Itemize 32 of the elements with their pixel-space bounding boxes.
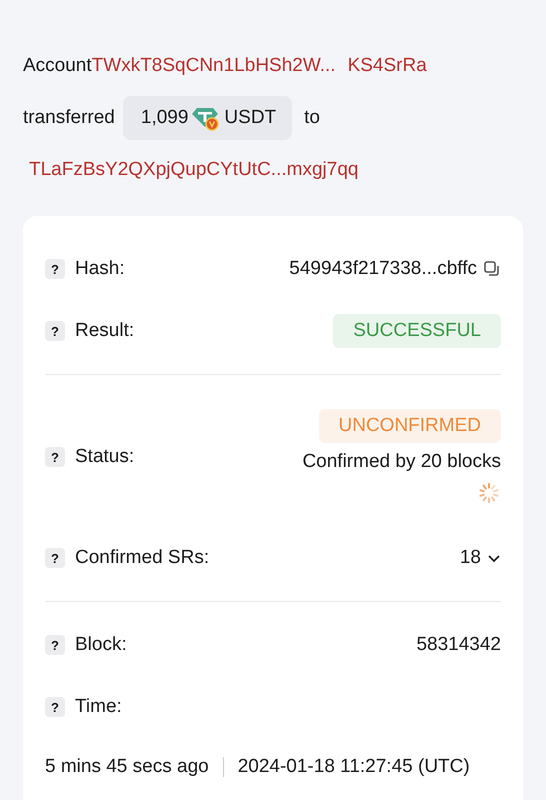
field-label: Confirmed SRs:	[75, 547, 210, 569]
help-icon[interactable]: ?	[45, 259, 65, 279]
confirmation-text: Confirmed by 20 blocks	[302, 451, 501, 473]
sr-count-dropdown[interactable]: 18	[460, 547, 501, 569]
address-link[interactable]: KS4SrRa	[348, 55, 427, 77]
relative-time: 5 mins 45 secs ago	[45, 756, 209, 778]
address-link[interactable]: TWxkT8SqCNn1LbHSh2W...	[92, 55, 336, 77]
status-badge: SUCCESSFUL	[333, 314, 501, 348]
help-icon[interactable]: ?	[45, 635, 65, 655]
field-label: Time:	[75, 696, 122, 718]
field-label: Hash:	[75, 258, 125, 280]
field-label: Status:	[75, 446, 134, 468]
help-icon[interactable]: ?	[45, 697, 65, 717]
amount-value: 1,099	[140, 107, 188, 129]
status-badge: UNCONFIRMED	[318, 409, 501, 443]
chevron-icon	[487, 553, 501, 563]
token-icon	[192, 105, 220, 131]
copy-icon[interactable]	[483, 260, 501, 278]
field-label: Block:	[75, 634, 127, 656]
timestamp: 2024-01-18 11:27:45 (UTC)	[238, 756, 470, 778]
transferred-label: transferred	[23, 107, 115, 129]
field-label: Result:	[75, 320, 134, 342]
help-icon[interactable]: ?	[45, 321, 65, 341]
to-label: to	[304, 107, 320, 129]
help-icon[interactable]: ?	[45, 447, 65, 467]
account-label: Account	[23, 55, 92, 77]
hash-value[interactable]: 549943f217338...cbffc	[289, 258, 477, 280]
block-number[interactable]: 58314342	[416, 634, 501, 656]
spinner-icon	[477, 481, 501, 505]
token-symbol: USDT	[224, 107, 276, 129]
help-icon[interactable]: ?	[45, 548, 65, 568]
address-link[interactable]: TLaFzBsY2QXpjQupCYtUtC...mxgj7qq	[29, 159, 358, 181]
